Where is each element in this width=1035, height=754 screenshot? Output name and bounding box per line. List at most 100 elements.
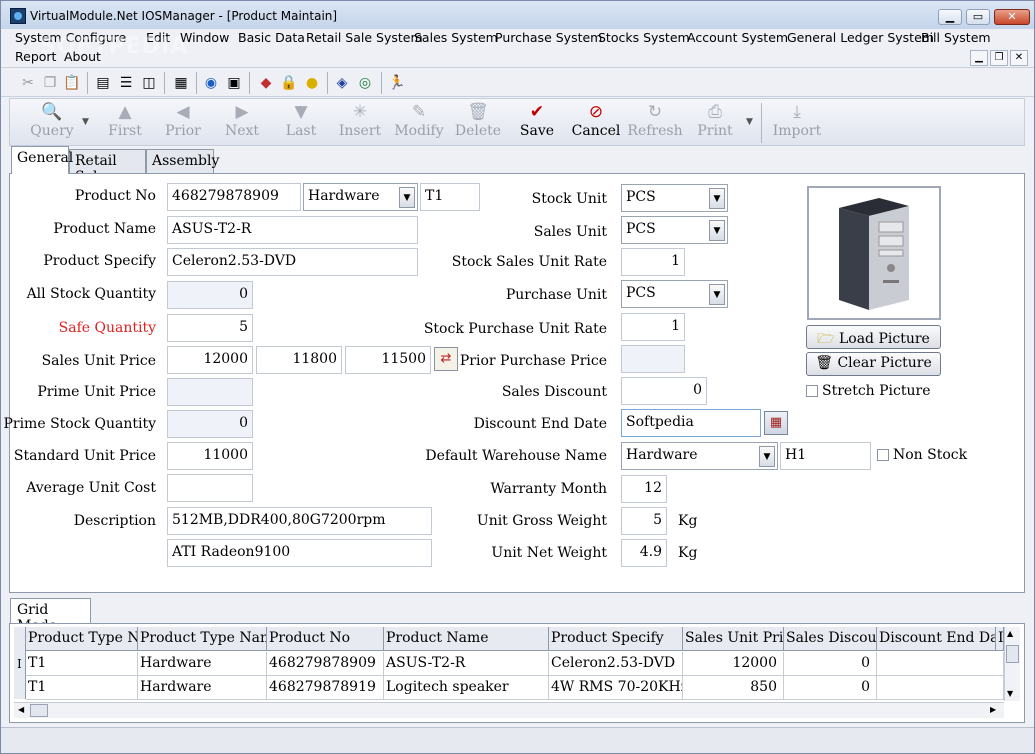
tag-icon[interactable]: ◈ — [333, 74, 351, 92]
table-cell[interactable]: 0 — [784, 676, 877, 700]
table-cell[interactable]: Celeron2.53-DVD — [549, 652, 683, 676]
tab-assembly[interactable]: Assembly — [146, 149, 219, 173]
chevron-down-icon[interactable]: ▼ — [399, 187, 415, 208]
table-cell[interactable] — [877, 676, 1004, 700]
first-button[interactable]: ▲ First — [95, 101, 155, 145]
cascade-windows-icon[interactable]: ▤ — [94, 74, 112, 92]
column-header[interactable]: Discount End Date — [877, 627, 996, 651]
save-button[interactable]: ✔ Save — [507, 101, 567, 145]
lightbulb-icon[interactable]: ● — [303, 74, 321, 92]
sales-discount-input[interactable]: 0 — [621, 377, 707, 405]
paste-icon[interactable]: 📋 — [63, 74, 81, 92]
vertical-scrollbar[interactable]: ▲ ▼ — [1004, 627, 1020, 701]
table-cell[interactable]: Hardware — [138, 676, 267, 700]
chevron-down-icon[interactable]: ▼ — [709, 188, 725, 209]
query-button[interactable]: 🔍 Query — [22, 101, 82, 145]
column-header[interactable]: Product Specify — [549, 627, 683, 651]
table-cell[interactable]: 850 — [683, 676, 784, 700]
scroll-down-icon[interactable]: ▼ — [1007, 689, 1013, 698]
purchase-unit-select[interactable]: PCS ▼ — [621, 280, 728, 308]
sales-price-1-input[interactable]: 12000 — [167, 346, 253, 374]
table-cell[interactable]: Hardware — [138, 652, 267, 676]
sales-price-2-input[interactable]: 11800 — [256, 346, 342, 374]
menu-bill-system[interactable]: Bill System — [921, 30, 991, 45]
close-button[interactable]: ✕ — [994, 9, 1030, 25]
insert-button[interactable]: ✳ Insert — [330, 101, 390, 145]
table-cell[interactable]: T1 — [26, 676, 138, 700]
sales-unit-select[interactable]: PCS ▼ — [621, 216, 728, 244]
table-cell[interactable]: T1 — [26, 652, 138, 676]
description-2-input[interactable]: ATI Radeon9100 — [167, 539, 432, 567]
query-dropdown-icon[interactable]: ▼ — [82, 117, 89, 127]
minimize-button[interactable]: ▁ — [938, 9, 962, 25]
prime-stock-input[interactable]: 0 — [167, 410, 253, 438]
mdi-restore-button[interactable]: ❐ — [990, 50, 1008, 66]
calculator-icon[interactable]: ▦ — [172, 74, 190, 92]
column-header[interactable]: Sales Discount — [784, 627, 877, 651]
modify-button[interactable]: ✎ Modify — [389, 101, 449, 145]
last-button[interactable]: ▼ Last — [271, 101, 331, 145]
import-button[interactable]: ⤓ Import — [767, 101, 827, 145]
load-picture-button[interactable]: 🗁 Load Picture File — [806, 325, 941, 368]
product-type-select[interactable]: Hardware ▼ — [303, 183, 418, 211]
cut-icon[interactable]: ✂ — [19, 74, 37, 92]
non-stock-checkbox[interactable] — [877, 449, 889, 461]
table-cell[interactable] — [877, 652, 1004, 676]
tile-horizontal-icon[interactable]: ☰ — [117, 74, 135, 92]
standard-price-input[interactable]: 11000 — [167, 442, 253, 470]
horizontal-scroll-thumb[interactable] — [30, 704, 48, 717]
description-1-input[interactable]: 512MB,DDR400,80G7200rpm — [167, 507, 432, 535]
column-header[interactable]: Product Type Name — [138, 627, 267, 651]
product-type-code-input[interactable]: T1 — [420, 183, 480, 211]
horizontal-scrollbar[interactable]: ◀ ▶ — [14, 702, 1004, 718]
mdi-minimize-button[interactable]: ▁ — [970, 50, 988, 66]
table-cell[interactable]: ASUS-T2-R — [384, 652, 549, 676]
chevron-down-icon[interactable]: ▼ — [709, 220, 725, 241]
average-cost-input[interactable] — [167, 474, 253, 502]
warehouse-select[interactable]: Hardware ▼ — [621, 442, 778, 470]
menu-retail-sale-system[interactable]: Retail Sale System — [306, 30, 423, 45]
all-stock-input[interactable]: 0 — [167, 281, 253, 309]
mdi-close-button[interactable]: ✕ — [1010, 50, 1028, 66]
exit-icon[interactable]: 🏃 — [388, 74, 406, 92]
table-cell[interactable]: 468279878919 — [267, 676, 384, 700]
column-header[interactable]: Product Name — [384, 627, 549, 651]
clear-picture-button[interactable]: 🗑 Clear Picture — [806, 352, 941, 376]
tab-grid-mode[interactable]: Grid Mode — [10, 598, 91, 634]
tile-vertical-icon[interactable]: ◫ — [140, 74, 158, 92]
tab-retail-sale[interactable]: Retail Sale — [69, 149, 146, 185]
product-no-input[interactable]: 468279878909 — [167, 183, 301, 211]
delete-button[interactable]: 🗑 Delete — [448, 101, 508, 145]
stock-unit-select[interactable]: PCS ▼ — [621, 184, 728, 212]
stock-sales-rate-input[interactable]: 1 — [621, 248, 685, 276]
scroll-right-icon[interactable]: ▶ — [990, 705, 996, 714]
column-header[interactable]: Sales Unit Price — [683, 627, 784, 651]
calendar-icon[interactable]: ▦ — [764, 411, 788, 435]
vertical-scroll-thumb[interactable] — [1006, 645, 1019, 663]
discount-end-date-input[interactable]: Softpedia — [621, 409, 761, 437]
menu-general-ledger-system[interactable]: General Ledger System — [787, 30, 934, 45]
table-cell[interactable]: 468279878909 — [267, 652, 384, 676]
print-button[interactable]: ⎙ Print — [685, 101, 745, 145]
globe-icon[interactable]: ◉ — [202, 74, 220, 92]
tab-general[interactable]: General — [11, 146, 73, 174]
stock-purchase-rate-input[interactable]: 1 — [621, 313, 685, 341]
stretch-picture-checkbox[interactable] — [806, 385, 818, 397]
print-dropdown-icon[interactable]: ▼ — [746, 117, 753, 127]
table-cell[interactable]: 12000 — [683, 652, 784, 676]
column-header[interactable]: I — [996, 627, 1004, 651]
warranty-input[interactable]: 12 — [621, 475, 667, 503]
warehouse-code-input[interactable]: H1 — [780, 442, 871, 470]
sales-price-3-input[interactable]: 11500 — [345, 346, 431, 374]
product-specify-input[interactable]: Celeron2.53-DVD — [167, 248, 418, 276]
price-history-icon[interactable]: ⇄ — [434, 347, 458, 371]
scroll-left-icon[interactable]: ◀ — [18, 705, 24, 714]
next-button[interactable]: ▶ Next — [212, 101, 272, 145]
lock-icon[interactable]: 🔒 — [280, 74, 298, 92]
refresh-circle-icon[interactable]: ◎ — [356, 74, 374, 92]
scroll-up-icon[interactable]: ▲ — [1007, 629, 1013, 638]
product-name-input[interactable]: ASUS-T2-R — [167, 216, 418, 244]
column-header[interactable]: Product No — [267, 627, 384, 651]
table-cell[interactable]: 4W RMS 70-20KHz — [549, 676, 683, 700]
prior-button[interactable]: ◀ Prior — [153, 101, 213, 145]
